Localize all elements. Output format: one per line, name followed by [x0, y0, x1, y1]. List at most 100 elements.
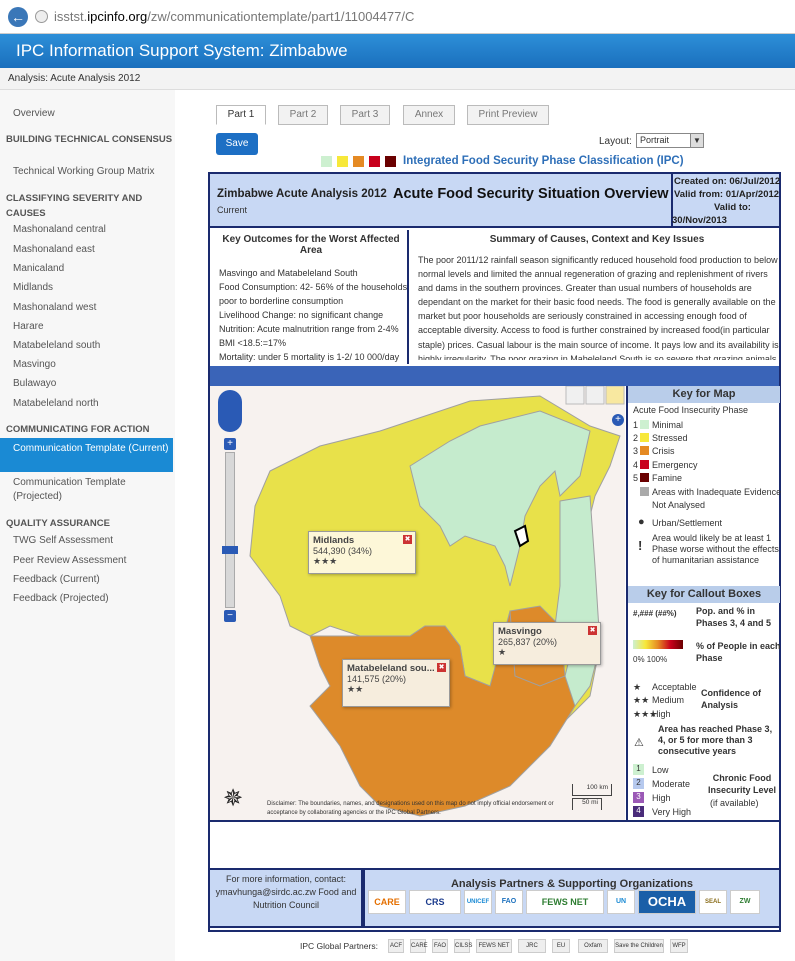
key-outcome-line: Mortality: under 5 mortality is 1-2/ 10 …	[219, 352, 400, 362]
summary-heading: Summary of Causes, Context and Key Issue…	[489, 234, 705, 245]
sidebar-item-region[interactable]: Mashonaland east	[0, 244, 173, 255]
legend-label: Crisis	[652, 446, 675, 456]
callout-matabeleland-south[interactable]: Matabeleland sou... 141,575 (20%) ★★ ✖	[342, 659, 450, 707]
layout-label: Layout:	[599, 136, 632, 147]
conf-title: Confidence of Analysis	[701, 688, 761, 710]
conf-label: Medium	[652, 695, 685, 705]
close-icon[interactable]: ✖	[588, 626, 597, 635]
zoom-out-icon[interactable]: −	[224, 610, 236, 622]
ipc-link[interactable]: Integrated Food Security Phase Classific…	[403, 155, 684, 167]
callout-stars: ★	[498, 647, 507, 657]
zimbabwe-logo: ZW	[730, 890, 760, 914]
conf-label: Acceptable	[652, 682, 697, 692]
expand-icon[interactable]: +	[612, 414, 624, 426]
chronic-level: Very High	[652, 807, 692, 817]
chronic-title: Chronic Food Insecurity Level	[707, 773, 777, 795]
tab-part-3[interactable]: Part 3	[340, 105, 390, 125]
analysis-subtitle: Current	[217, 205, 248, 215]
callout-stars: ★★★	[313, 556, 338, 566]
sidebar-item-qa[interactable]: TWG Self Assessment	[0, 535, 173, 546]
fewsnet-logo: FEWS NET	[526, 890, 604, 914]
callout-name: Masvingo	[498, 626, 542, 637]
sidebar-item-region[interactable]: Mashonaland central	[0, 224, 173, 235]
browser-url-bar[interactable]: ← isstst.ipcinfo.org/zw/communicationtem…	[0, 0, 795, 34]
partner-logo: CILSS	[454, 939, 472, 953]
summary-text: The poor 2011/12 rainfall season signifi…	[418, 255, 779, 360]
key-outcome-line: Food Consumption: 42- 56% of the househo…	[219, 282, 408, 306]
map-tool-pan[interactable]	[565, 386, 585, 405]
callout-value: 265,837 (20%)	[498, 637, 558, 647]
back-arrow-icon[interactable]: ←	[8, 7, 28, 27]
zoom-handle[interactable]	[222, 546, 238, 554]
urban-dot-icon: ●	[638, 516, 645, 528]
valid-from-date: Valid from: 01/Apr/2012	[674, 189, 780, 200]
sidebar-item-region[interactable]: Bulawayo	[0, 378, 173, 389]
tab-part-1[interactable]: Part 1	[216, 105, 266, 125]
url-text[interactable]: isstst.ipcinfo.org/zw/communicationtempl…	[54, 9, 414, 24]
partner-logo: FAO	[432, 939, 448, 953]
chronic-level: Low	[652, 765, 669, 775]
legend-swatch-2	[640, 433, 649, 442]
map-panel[interactable]: + − + Midlands 544,390 (34%) ★★★ ✖ Masvi…	[210, 386, 625, 820]
legend-swatch-4	[640, 460, 649, 469]
pct-range: 0% 100%	[633, 655, 668, 664]
sidebar-item-region[interactable]: Manicaland	[0, 263, 173, 274]
map-tool-hand[interactable]	[605, 386, 625, 405]
sidebar-item-twg-matrix[interactable]: Technical Working Group Matrix	[0, 166, 173, 177]
partner-logo: CARE	[410, 939, 428, 953]
sidebar-item-overview[interactable]: Overview	[0, 108, 173, 119]
legend-label: Minimal	[652, 420, 684, 430]
scale-km: 100 km	[572, 784, 612, 796]
legend-label: Urban/Settlement	[652, 518, 723, 528]
chevron-down-icon: ▼	[690, 134, 703, 147]
map-pan-control-icon[interactable]	[218, 390, 242, 432]
sidebar-item-region[interactable]: Masvingo	[0, 359, 173, 370]
map-tool-select[interactable]	[585, 386, 605, 405]
callout-name: Midlands	[313, 535, 355, 546]
zimbabwe-map	[249, 386, 625, 817]
sidebar-item-region[interactable]: Matabeleland north	[0, 398, 173, 409]
key-outcomes-heading: Key Outcomes for the Worst Affected Area	[222, 234, 400, 256]
sidebar-item-region[interactable]: Mashonaland west	[0, 302, 173, 313]
sidebar-item-comm-projected[interactable]: Communication Template (Projected)	[0, 476, 173, 504]
save-button[interactable]: Save	[216, 133, 258, 155]
un-logo: UN	[607, 890, 635, 914]
callout-midlands[interactable]: Midlands 544,390 (34%) ★★★ ✖	[308, 531, 416, 574]
zoom-in-icon[interactable]: +	[224, 438, 236, 450]
tab-part-2[interactable]: Part 2	[278, 105, 328, 125]
site-banner: IPC Information Support System: Zimbabwe	[0, 34, 795, 68]
phase-swatch-3	[353, 156, 364, 167]
pop-symbol: #,### (##%)	[633, 609, 677, 618]
map-disclaimer: Disclaimer: The boundaries, names, and d…	[267, 801, 554, 816]
page-title: Acute Food Security Situation Overview	[393, 186, 669, 202]
close-icon[interactable]: ✖	[403, 535, 412, 544]
sidebar-item-qa[interactable]: Peer Review Assessment	[0, 555, 173, 566]
sidebar-item-qa[interactable]: Feedback (Current)	[0, 574, 173, 585]
sidebar-item-region[interactable]: Matabeleland south	[0, 340, 173, 351]
partner-logo: WFP	[670, 939, 688, 953]
contact-info: For more information, contact: ymavhunga…	[215, 874, 357, 910]
sidebar-item-region[interactable]: Midlands	[0, 282, 173, 293]
ocha-logo: OCHA	[638, 890, 696, 914]
compass-icon: ✵	[222, 785, 244, 812]
care-logo: CARE	[368, 890, 406, 914]
legend-label: Emergency	[652, 460, 698, 470]
sidebar-section-communicating: COMMUNICATING FOR ACTION	[6, 424, 150, 435]
tab-annex[interactable]: Annex	[403, 105, 455, 125]
sidebar-section-technical-consensus: BUILDING TECHNICAL CONSENSUS	[6, 134, 173, 145]
layout-select[interactable]: Portrait ▼	[636, 133, 704, 148]
legend-label: Not Analysed	[652, 500, 706, 510]
sidebar-item-comm-current[interactable]: Communication Template (Current)	[0, 438, 173, 472]
zoom-slider[interactable]	[225, 452, 235, 608]
legend-swatch-3	[640, 446, 649, 455]
sidebar-item-qa[interactable]: Feedback (Projected)	[0, 593, 173, 604]
tab-print-preview[interactable]: Print Preview	[467, 105, 549, 125]
legend-label: Stressed	[652, 433, 688, 443]
global-partners-label: IPC Global Partners:	[300, 941, 378, 951]
valid-to-date: 30/Nov/2013	[672, 215, 727, 226]
created-date: Created on: 06/Jul/2012	[674, 176, 781, 187]
close-icon[interactable]: ✖	[437, 663, 446, 672]
callout-masvingo[interactable]: Masvingo 265,837 (20%) ★ ✖	[493, 622, 601, 665]
sidebar-item-region[interactable]: Harare	[0, 321, 173, 332]
analysis-label: Analysis: Acute Analysis 2012	[0, 68, 795, 90]
